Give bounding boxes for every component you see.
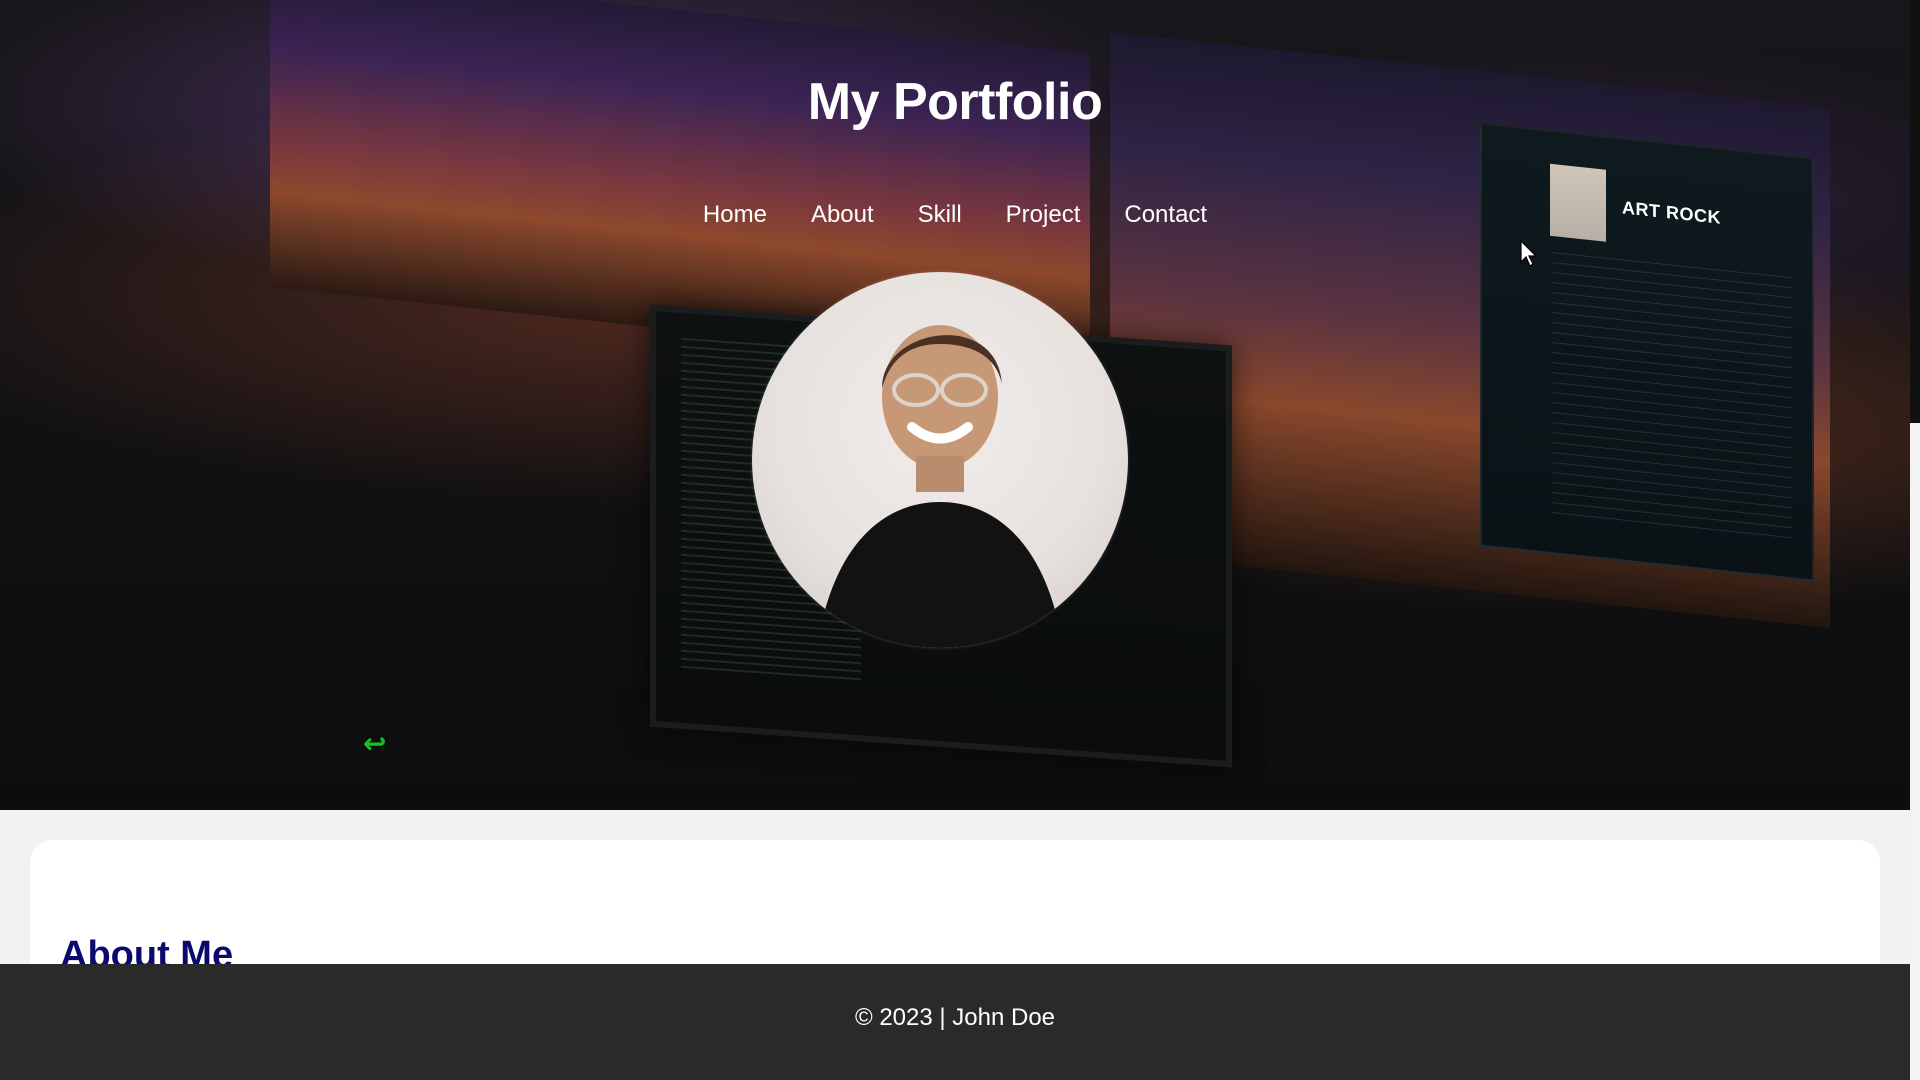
back-arrow-icon[interactable]: ↩: [363, 730, 395, 758]
nav-contact-link[interactable]: Contact: [1124, 198, 1207, 232]
scrollbar-thumb[interactable]: [1910, 0, 1920, 423]
nav-home-link[interactable]: Home: [703, 198, 767, 232]
profile-avatar: [752, 272, 1128, 648]
profile-avatar-illustration: [817, 325, 1063, 648]
nav-project-link[interactable]: Project: [1006, 198, 1081, 232]
mouse-cursor-icon: [1520, 240, 1538, 267]
nav-skill-link[interactable]: Skill: [918, 198, 962, 232]
portfolio-page: ART ROCK My Portfolio Home About Skill P…: [0, 0, 1920, 1080]
hero-section: ART ROCK My Portfolio Home About Skill P…: [0, 0, 1910, 810]
playlist-track-list: [1552, 252, 1792, 548]
site-title: My Portfolio: [807, 73, 1103, 131]
main-navigation: Home About Skill Project Contact: [0, 198, 1910, 232]
footer-copyright: © 2023 | John Doe: [854, 1004, 1056, 1031]
nav-about-link[interactable]: About: [811, 198, 874, 232]
site-header: My Portfolio Home About Skill Project Co…: [0, 0, 1910, 230]
